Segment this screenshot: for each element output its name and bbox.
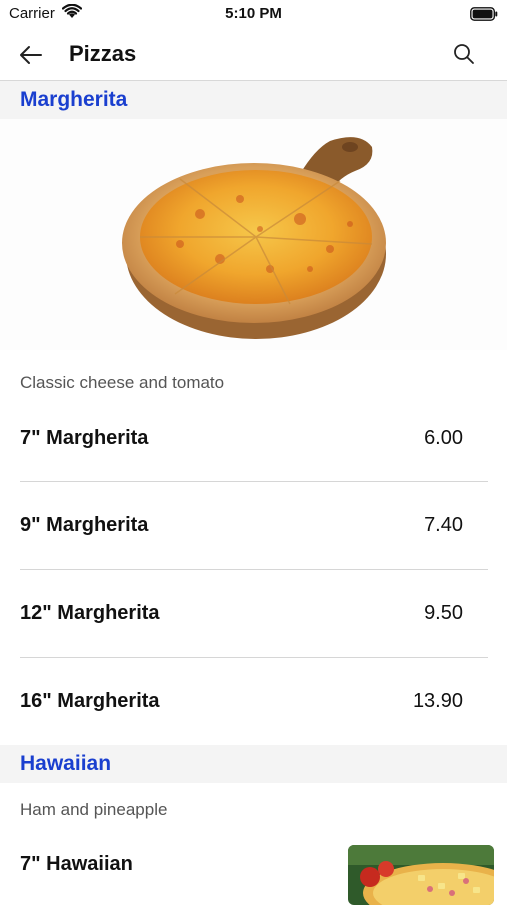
status-bar: Carrier 5:10 PM	[0, 0, 507, 30]
section-title: Hawaiian	[20, 752, 112, 775]
search-icon	[454, 44, 474, 64]
menu-item-name: 16" Margherita	[20, 690, 160, 712]
section-header-hawaiian: Hawaiian	[0, 745, 507, 783]
section-description: Classic cheese and tomato	[20, 373, 225, 392]
status-time: 5:10 PM	[225, 5, 282, 22]
search-button[interactable]	[451, 41, 477, 67]
menu-item-row[interactable]: 7" Margherita 6.00	[20, 394, 488, 482]
menu-item-name: 7" Margherita	[20, 427, 149, 449]
section-header-margherita: Margherita	[0, 81, 507, 119]
section-description: Ham and pineapple	[20, 800, 168, 819]
page-title: Pizzas	[69, 41, 137, 66]
menu-item-name: 12" Margherita	[20, 602, 160, 624]
battery-icon	[470, 7, 498, 26]
margherita-pizza-image	[0, 119, 507, 350]
menu-item-row[interactable]: 9" Margherita 7.40	[20, 482, 488, 570]
menu-item-name: 9" Margherita	[20, 514, 149, 536]
nav-bar: Pizzas	[0, 30, 507, 81]
menu-item-row[interactable]: 16" Margherita 13.90	[20, 658, 488, 746]
back-arrow-icon	[20, 46, 42, 64]
menu-item-price: 7.40	[424, 514, 463, 536]
section-title: Margherita	[20, 88, 128, 111]
back-button[interactable]	[16, 41, 46, 69]
menu-item-row[interactable]: 12" Margherita 9.50	[20, 570, 488, 658]
menu-item-name: 7" Hawaiian	[20, 853, 133, 875]
menu-item-price: 6.00	[424, 427, 463, 449]
menu-item-price: 9.50	[424, 602, 463, 624]
menu-item-price: 13.90	[412, 690, 463, 712]
hawaiian-pizza-thumbnail[interactable]	[348, 845, 494, 905]
